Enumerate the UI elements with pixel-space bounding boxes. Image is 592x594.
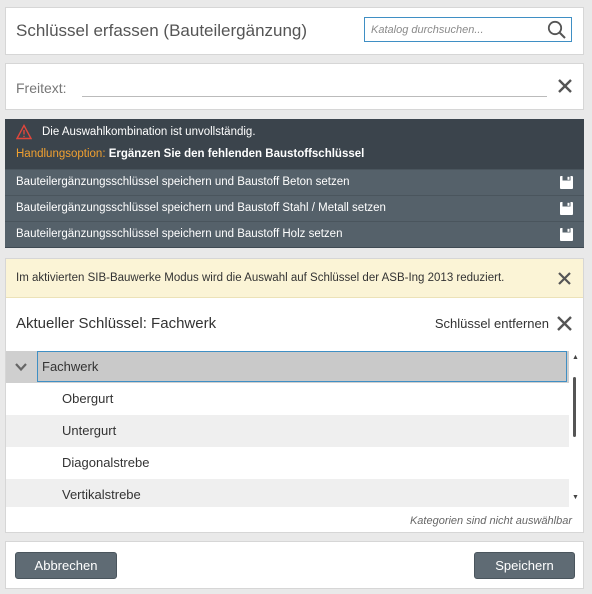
tree-item-label: Vertikalstrebe [62, 487, 141, 502]
tree-node-label: Fachwerk [42, 359, 99, 374]
action-label: Bauteilergänzungsschlüssel speichern und… [16, 228, 343, 240]
current-key-title: Aktueller Schlüssel: Fachwerk [16, 315, 217, 332]
save-icon[interactable] [559, 175, 574, 190]
tree-item[interactable]: Obergurt [6, 383, 569, 415]
tree-item-label: Obergurt [62, 391, 114, 406]
tree-item[interactable]: Vertikalstrebe [6, 479, 569, 507]
remove-key-label: Schlüssel entfernen [434, 316, 549, 331]
action-item-holz[interactable]: Bauteilergänzungsschlüssel speichern und… [5, 221, 584, 247]
action-item-beton[interactable]: Bauteilergänzungsschlüssel speichern und… [5, 169, 584, 195]
scroll-up-icon[interactable]: ▲ [572, 354, 579, 361]
close-icon[interactable] [556, 315, 573, 332]
header-panel: Schlüssel erfassen (Bauteilergänzung) [5, 7, 584, 55]
action-item-stahl[interactable]: Bauteilergänzungsschlüssel speichern und… [5, 195, 584, 221]
action-label: Bauteilergänzungsschlüssel speichern und… [16, 176, 350, 188]
scroll-down-icon[interactable]: ▼ [572, 494, 579, 501]
footer-panel: Abbrechen Speichern [5, 541, 584, 589]
tree-node-selected[interactable]: Fachwerk [6, 351, 569, 383]
key-panel: Im aktivierten SIB-Bauwerke Modus wird d… [5, 258, 584, 533]
close-icon[interactable] [557, 271, 572, 286]
cancel-button[interactable]: Abbrechen [15, 552, 117, 579]
option-text: Ergänzen Sie den fehlenden Baustoffschlü… [108, 148, 365, 160]
warning-message: Die Auswahlkombination ist unvollständig… [42, 126, 256, 138]
freetext-panel: Freitext: [5, 63, 584, 110]
catalog-search[interactable] [364, 17, 572, 42]
page-title: Schlüssel erfassen (Bauteilergänzung) [16, 21, 308, 40]
close-icon[interactable] [556, 77, 574, 95]
action-label: Bauteilergänzungsschlüssel speichern und… [16, 202, 386, 214]
selected-node-box[interactable] [37, 351, 567, 382]
action-option: Handlungsoption: Ergänzen Sie den fehlen… [16, 148, 364, 160]
tree-item-label: Diagonalstrebe [62, 455, 150, 470]
key-tree: Fachwerk Obergurt Untergurt Diagonalstre… [6, 351, 583, 507]
freetext-input[interactable] [82, 96, 547, 97]
save-button[interactable]: Speichern [474, 552, 575, 579]
option-label: Handlungsoption: [16, 148, 106, 160]
save-icon[interactable] [559, 227, 574, 242]
info-banner: Im aktivierten SIB-Bauwerke Modus wird d… [6, 259, 583, 298]
warning-header: Die Auswahlkombination ist unvollständig… [5, 119, 584, 169]
tree-item-label: Untergurt [62, 423, 117, 438]
save-icon[interactable] [559, 201, 574, 216]
category-note: Kategorien sind nicht auswählbar [409, 515, 572, 527]
warning-panel: Die Auswahlkombination ist unvollständig… [5, 119, 584, 248]
search-input[interactable] [371, 21, 541, 38]
freetext-label: Freitext: [16, 80, 67, 96]
search-icon[interactable] [547, 20, 567, 40]
tree-item[interactable]: Diagonalstrebe [6, 447, 569, 479]
scrollbar-thumb[interactable] [573, 377, 576, 437]
chevron-down-icon[interactable] [14, 361, 28, 373]
tree-item[interactable]: Untergurt [6, 415, 569, 447]
info-text: Im aktivierten SIB-Bauwerke Modus wird d… [16, 272, 505, 284]
warning-icon [16, 124, 32, 140]
